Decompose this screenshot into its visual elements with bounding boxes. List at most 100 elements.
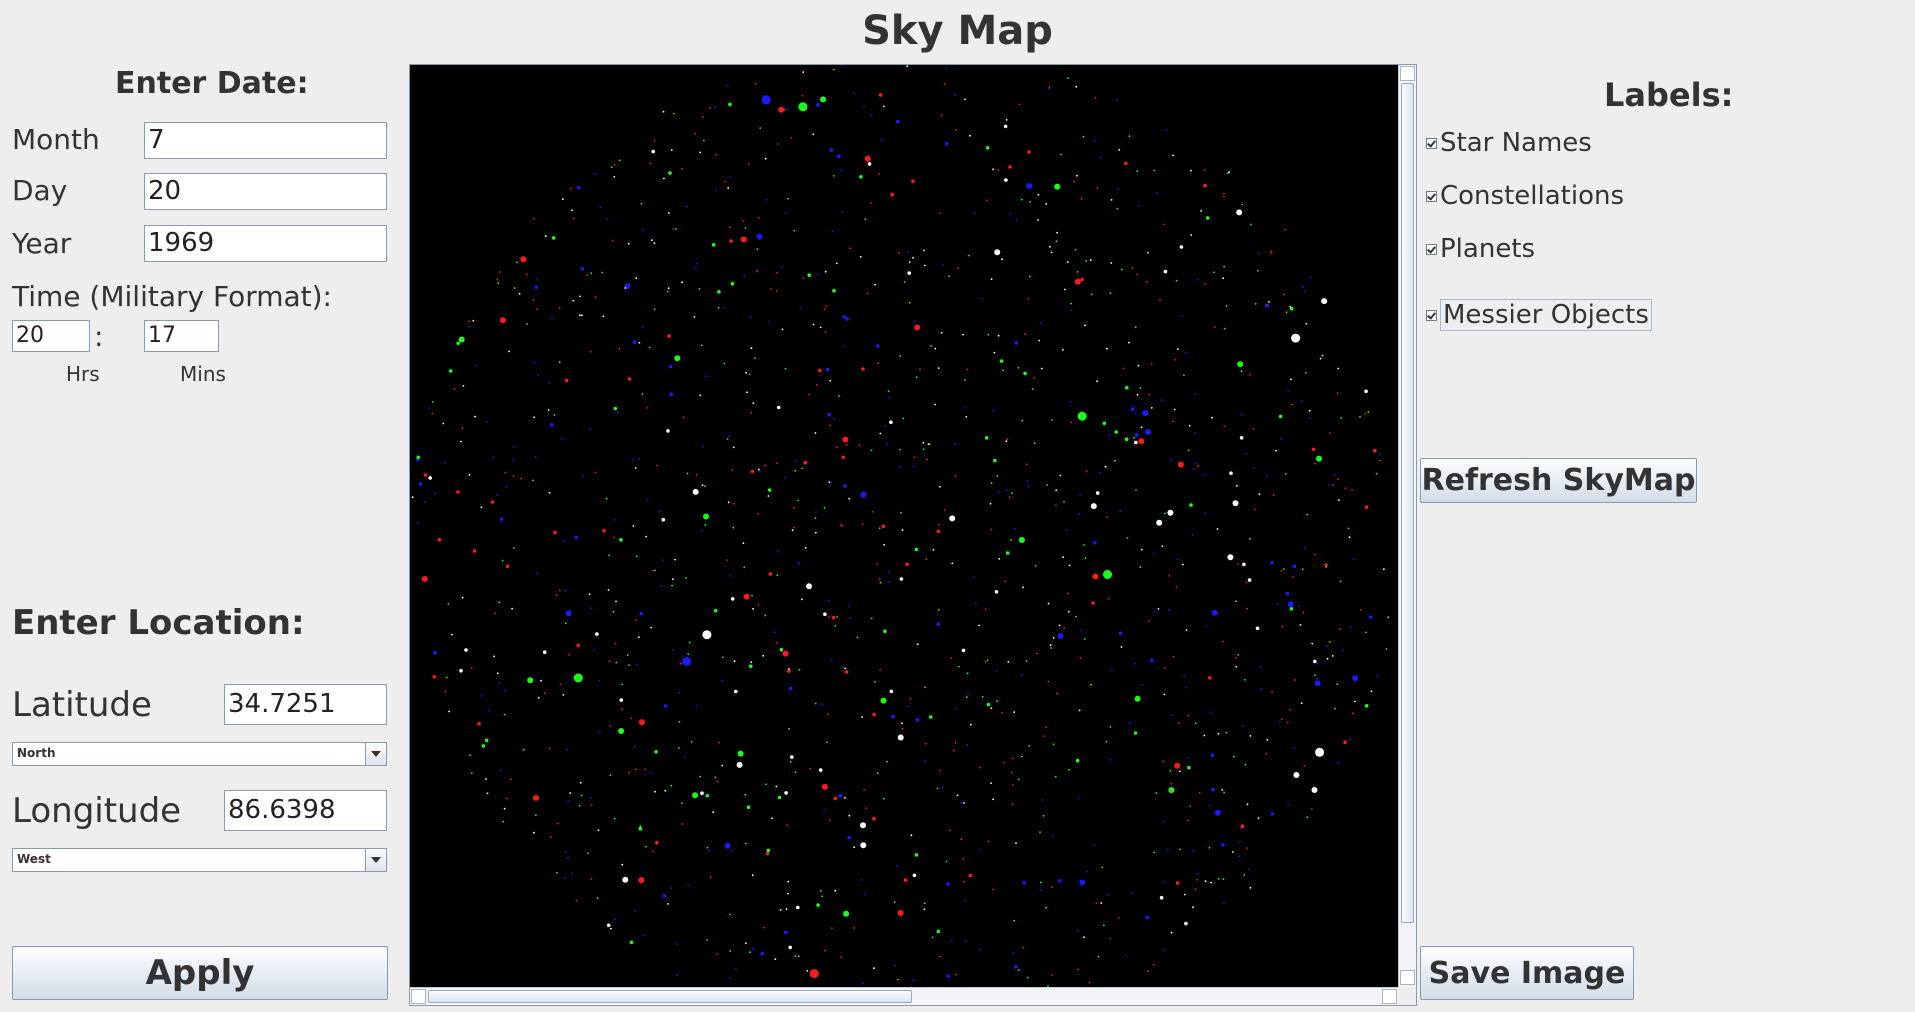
sky-object [789, 761, 792, 763]
sky-object [1082, 135, 1085, 138]
sky-object [1337, 761, 1340, 764]
sky-object [458, 336, 465, 343]
sky-object [765, 851, 770, 856]
sky-object [1181, 315, 1183, 318]
horizontal-scrollbar[interactable] [410, 987, 1398, 1005]
sky-object [1235, 600, 1237, 603]
longitude-direction-select[interactable]: West [12, 848, 387, 872]
minutes-input[interactable]: 17 [144, 320, 219, 352]
sky-object [1076, 174, 1078, 177]
sky-object [599, 730, 601, 733]
sky-object [832, 288, 836, 293]
vertical-scroll-thumb[interactable] [1401, 83, 1414, 923]
sky-object [1290, 403, 1293, 406]
sky-object [1025, 463, 1028, 466]
constellations-checkbox[interactable]: Constellations [1426, 181, 1624, 211]
sky-object [428, 476, 432, 480]
sky-object [1096, 187, 1099, 189]
sky-object [1331, 655, 1334, 657]
year-input[interactable]: 1969 [144, 225, 387, 262]
sky-object [783, 477, 786, 479]
sky-object [840, 956, 843, 959]
scroll-down-arrow-icon[interactable] [1400, 970, 1415, 985]
sky-object [1066, 261, 1069, 263]
sky-object [1051, 974, 1053, 976]
sky-object [832, 68, 835, 71]
sky-map-scrollpane[interactable] [409, 64, 1417, 1006]
sky-object [912, 979, 915, 982]
sky-object [1015, 842, 1017, 844]
chevron-down-icon[interactable] [365, 849, 386, 871]
sky-object [1162, 223, 1165, 226]
sky-object [1011, 757, 1014, 760]
sky-object [1247, 868, 1250, 871]
sky-object [749, 664, 753, 669]
checkbox-checked-icon[interactable] [1426, 137, 1437, 149]
sky-object [1370, 690, 1373, 693]
sky-object [827, 713, 829, 716]
sky-object [838, 794, 843, 798]
sky-object [815, 511, 817, 513]
save-image-button[interactable]: Save Image [1420, 946, 1634, 1000]
star-names-checkbox[interactable]: Star Names [1426, 128, 1592, 158]
sky-object [1313, 659, 1317, 664]
chevron-down-icon[interactable] [365, 743, 386, 765]
sky-object [788, 727, 790, 730]
sky-object [845, 317, 849, 321]
sky-object [960, 801, 962, 804]
sky-object [548, 491, 551, 494]
sky-object [1245, 581, 1248, 584]
longitude-input[interactable]: 86.6398 [224, 790, 387, 831]
hours-input[interactable]: 20 [12, 320, 90, 352]
sky-object [781, 328, 784, 331]
messier-objects-checkbox[interactable]: Messier Objects [1426, 299, 1652, 331]
sky-object [615, 661, 618, 664]
sky-object [574, 535, 579, 540]
latitude-direction-select[interactable]: North [12, 742, 387, 766]
sky-object [1169, 769, 1172, 772]
sky-object [876, 772, 879, 775]
apply-button[interactable]: Apply [12, 946, 388, 1000]
checkbox-checked-icon[interactable] [1426, 243, 1437, 255]
sky-object [477, 721, 481, 726]
scroll-up-arrow-icon[interactable] [1400, 66, 1415, 81]
sky-object [527, 677, 534, 684]
sky-object [1254, 302, 1257, 305]
sky-object [859, 175, 863, 179]
sky-object [1270, 561, 1274, 565]
sky-object [566, 748, 568, 751]
sky-object [866, 292, 869, 295]
sky-object [481, 744, 486, 748]
sky-object [1175, 586, 1178, 588]
sky-object [607, 589, 610, 591]
sky-object [1080, 277, 1084, 282]
sky-object [864, 807, 867, 809]
planets-checkbox[interactable]: Planets [1426, 234, 1535, 264]
scroll-right-arrow-icon[interactable] [1382, 989, 1397, 1004]
sky-object [1211, 609, 1218, 616]
sky-object [814, 432, 817, 434]
sky-object [654, 569, 656, 572]
refresh-skymap-button[interactable]: Refresh SkyMap [1420, 458, 1697, 503]
latitude-input[interactable]: 34.7251 [224, 684, 387, 725]
checkbox-checked-icon[interactable] [1426, 309, 1437, 321]
sky-object [1022, 586, 1024, 589]
sky-object [1133, 662, 1136, 665]
sky-object [1227, 554, 1234, 561]
month-input[interactable]: 7 [144, 122, 387, 159]
sky-object [1303, 290, 1306, 293]
sky-object [768, 320, 770, 323]
checkbox-checked-icon[interactable] [1426, 190, 1437, 202]
sky-object [470, 772, 473, 774]
sky-object [939, 485, 941, 488]
sky-object [1241, 203, 1244, 206]
scroll-left-arrow-icon[interactable] [411, 989, 426, 1004]
horizontal-scroll-thumb[interactable] [428, 990, 912, 1003]
sky-object [1011, 803, 1014, 806]
sky-object [504, 689, 507, 692]
sky-object [1204, 880, 1207, 883]
day-input[interactable]: 20 [144, 173, 387, 210]
sky-object [849, 247, 852, 250]
vertical-scrollbar[interactable] [1398, 65, 1416, 987]
sky-object [996, 475, 999, 477]
